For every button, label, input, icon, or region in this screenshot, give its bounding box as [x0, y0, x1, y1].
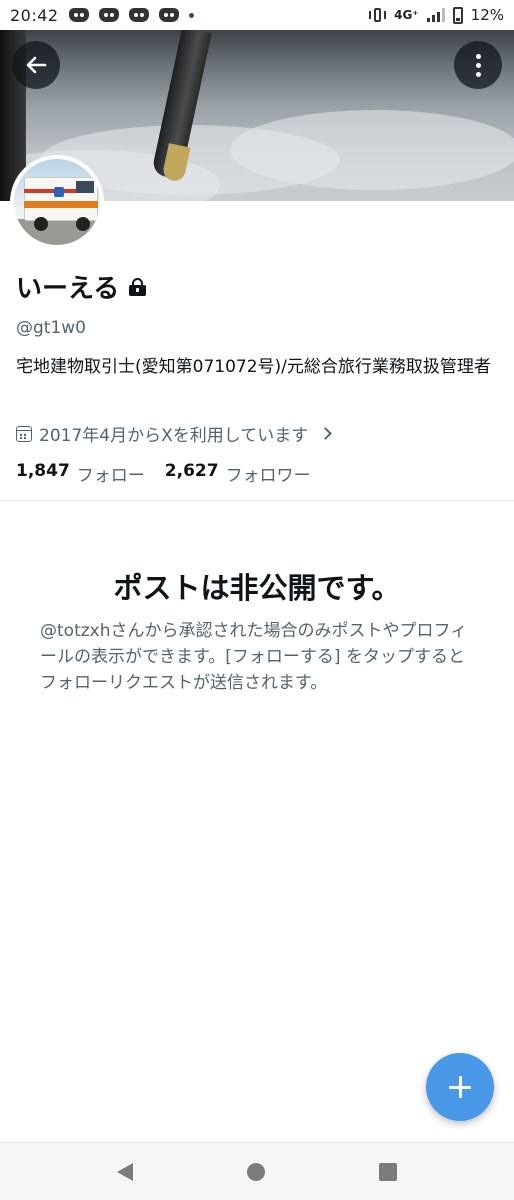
network-type: 4G⁺ — [394, 8, 419, 22]
more-notifications-dot-icon — [188, 12, 194, 18]
display-name-text: いーえる — [16, 274, 120, 304]
followers-link[interactable]: 2,627 フォロワー — [165, 461, 311, 486]
bio: 宅地建物取引士(愛知第071072号)/元総合旅行業務取扱管理者 — [16, 357, 491, 377]
status-bar: 20:42 4G⁺ 12% — [0, 0, 514, 30]
more-vertical-icon — [475, 53, 481, 77]
followers-count: 2,627 — [164, 461, 219, 481]
avatar[interactable] — [10, 155, 104, 249]
plus-icon — [449, 1076, 471, 1098]
nav-home-icon[interactable] — [247, 1162, 265, 1181]
following-count: 1,847 — [16, 461, 70, 481]
discord-icon — [68, 8, 89, 22]
discord-icon — [98, 8, 119, 22]
back-button[interactable] — [12, 41, 60, 89]
private-title: ポストは非公開です。 — [113, 571, 401, 605]
followers-label: フォロワー — [225, 466, 311, 486]
joined-text: 2017年4月からXを利用しています — [39, 426, 309, 446]
vibrate-icon — [368, 8, 387, 22]
more-options-button[interactable] — [454, 41, 502, 89]
following-label: フォロー — [76, 466, 145, 486]
divider — [0, 500, 514, 501]
system-nav-bar — [0, 1142, 514, 1200]
joined-date[interactable]: 2017年4月からXを利用しています — [16, 421, 333, 446]
arrow-left-icon — [26, 56, 47, 74]
battery-icon — [452, 6, 463, 24]
chevron-right-icon — [319, 427, 333, 440]
following-link[interactable]: 1,847 フォロー — [16, 461, 145, 486]
signal-icon — [426, 8, 445, 22]
nav-back-icon[interactable] — [117, 1162, 133, 1181]
calendar-icon — [16, 425, 32, 442]
discord-icon — [128, 8, 149, 22]
user-handle: @gt1w0 — [16, 318, 86, 338]
display-name: いーえる — [16, 268, 147, 305]
compose-post-button[interactable] — [426, 1053, 494, 1121]
discord-icon — [158, 8, 179, 22]
follow-stats: 1,847 フォロー 2,627 フォロワー — [16, 461, 311, 486]
battery-percent: 12% — [470, 6, 504, 24]
lock-icon — [129, 277, 147, 296]
nav-recents-icon[interactable] — [379, 1162, 397, 1181]
private-body: @totzxhさんから承認された場合のみポストやプロフィールの表示ができます。[… — [40, 621, 468, 693]
status-time: 20:42 — [10, 5, 59, 25]
